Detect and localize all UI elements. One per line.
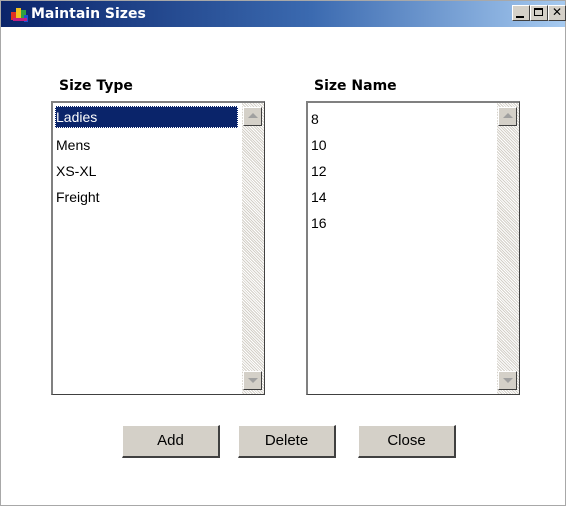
size-name-items: 8 10 12 14 16 [310,106,493,236]
minimize-button[interactable] [512,5,530,21]
add-button[interactable]: Add [122,425,220,458]
size-name-label: Size Name [314,78,397,94]
maximize-icon [534,8,543,16]
close-window-button[interactable]: ✕ [548,5,566,21]
close-icon: ✕ [551,5,563,19]
scroll-up-button[interactable] [243,107,262,126]
list-item[interactable]: Ladies [55,106,238,128]
list-item[interactable]: 16 [310,210,493,236]
scroll-down-arrow-icon [503,378,513,383]
size-type-scrollbar[interactable] [242,103,264,394]
list-item[interactable]: XS-XL [55,158,238,184]
minimize-icon [516,16,524,18]
title-bar[interactable]: Maintain Sizes ✕ [1,1,566,27]
scroll-down-button[interactable] [498,371,517,390]
scroll-down-arrow-icon [248,378,258,383]
delete-button[interactable]: Delete [238,425,336,458]
list-item[interactable]: 8 [310,106,493,132]
window-title: Maintain Sizes [31,6,146,22]
size-name-list[interactable]: 8 10 12 14 16 [306,101,520,395]
list-item[interactable]: 12 [310,158,493,184]
scroll-up-button[interactable] [498,107,517,126]
dialog-window: Maintain Sizes ✕ Size Type Size Name Lad… [0,0,566,506]
size-type-label: Size Type [59,78,133,94]
size-name-scrollbar[interactable] [497,103,519,394]
list-item[interactable]: Freight [55,184,238,210]
close-button[interactable]: Close [358,425,456,458]
list-item[interactable]: Mens [55,132,238,158]
scroll-up-arrow-icon [248,113,258,118]
size-type-items: Ladies Mens XS-XL Freight [55,106,238,210]
list-item[interactable]: 10 [310,132,493,158]
scroll-down-button[interactable] [243,371,262,390]
app-logo-icon [11,8,28,22]
scroll-up-arrow-icon [503,113,513,118]
size-type-list[interactable]: Ladies Mens XS-XL Freight [51,101,265,395]
maximize-button[interactable] [530,5,548,21]
list-item[interactable]: 14 [310,184,493,210]
